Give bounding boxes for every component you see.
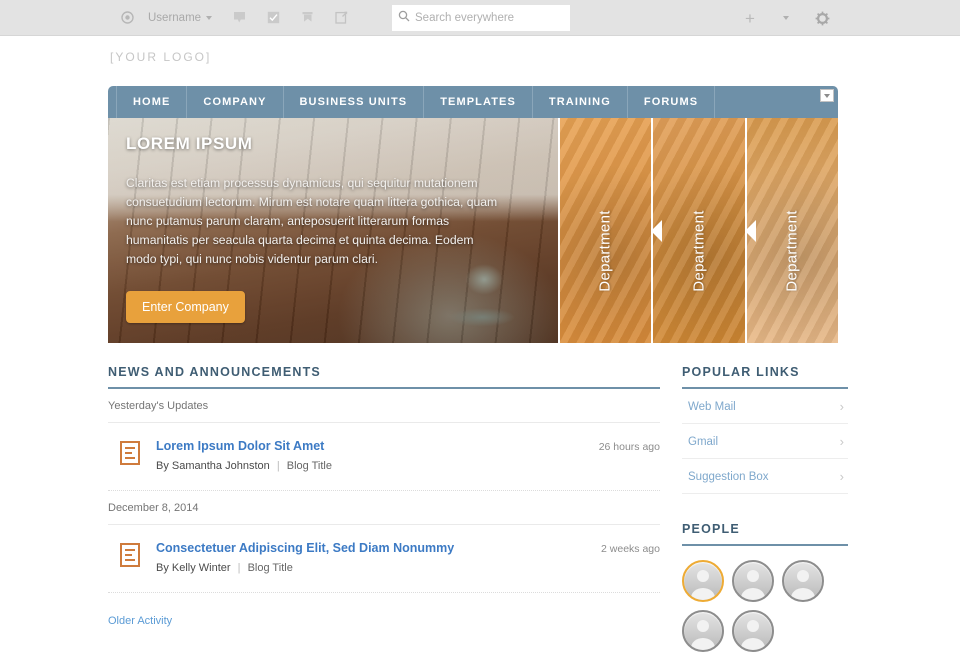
department-label: Department — [596, 209, 614, 292]
bookmark-icon[interactable] — [290, 0, 324, 36]
search-box[interactable] — [392, 5, 570, 31]
nav-item-templates[interactable]: TEMPLATES — [424, 86, 533, 118]
news-heading: NEWS AND ANNOUNCEMENTS — [108, 365, 660, 389]
department-label: Department — [690, 209, 708, 292]
hero-body: Claritas est etiam processus dynamicus, … — [126, 176, 498, 266]
people-avatar-grid — [682, 546, 842, 652]
news-item-author: By Samantha Johnston — [156, 460, 270, 472]
popular-link-suggestion-box[interactable]: Suggestion Box › — [682, 459, 848, 494]
link-label: Gmail — [688, 435, 719, 448]
people-heading: PEOPLE — [682, 522, 848, 546]
chevron-left-icon — [653, 219, 663, 242]
sidebar-column: POPULAR LINKS Web Mail › Gmail › Suggest… — [682, 365, 848, 656]
news-item-source: Blog Title — [247, 562, 293, 574]
search-input[interactable] — [410, 12, 564, 24]
news-item-source: Blog Title — [286, 460, 332, 472]
username-label: Username — [148, 11, 202, 24]
plus-icon[interactable]: + — [732, 0, 768, 36]
popular-link-web-mail[interactable]: Web Mail › — [682, 389, 848, 424]
content-area: NEWS AND ANNOUNCEMENTS Yesterday's Updat… — [108, 343, 848, 656]
hero-title: LOREM IPSUM — [126, 134, 253, 153]
avatar[interactable] — [732, 560, 774, 602]
news-item-title[interactable]: Lorem Ipsum Dolor Sit Amet — [156, 439, 660, 453]
department-panel-1[interactable]: Department — [559, 118, 652, 343]
news-group: December 8, 2014 Consectetuer Adipiscing… — [108, 491, 660, 593]
meta-separator: | — [237, 562, 241, 574]
chevron-right-icon: › — [839, 399, 844, 414]
avatar[interactable] — [682, 610, 724, 652]
view-all-link[interactable]: View All › — [682, 652, 848, 656]
chevron-right-icon: › — [839, 434, 844, 449]
avatar[interactable] — [732, 610, 774, 652]
toolbar-right-group: + — [732, 0, 960, 36]
news-date-label: December 8, 2014 — [108, 491, 660, 525]
link-label: Suggestion Box — [688, 470, 769, 483]
chevron-down-icon — [206, 15, 213, 20]
navigation-wrapper: HOME COMPANY BUSINESS UNITS TEMPLATES TR… — [108, 86, 838, 118]
nav-item-training[interactable]: TRAINING — [533, 86, 628, 118]
plus-glyph: + — [745, 8, 755, 28]
popular-links-heading: POPULAR LINKS — [682, 365, 848, 389]
chevron-left-icon — [746, 219, 756, 242]
department-panel-3[interactable]: Department — [746, 118, 838, 343]
chevron-right-icon: › — [839, 469, 844, 484]
main-navigation: HOME COMPANY BUSINESS UNITS TEMPLATES TR… — [108, 86, 838, 118]
popular-link-gmail[interactable]: Gmail › — [682, 424, 848, 459]
hero-banner: LOREM IPSUM Claritas est etiam processus… — [108, 118, 558, 343]
comment-icon[interactable] — [222, 0, 256, 36]
avatar[interactable] — [682, 560, 724, 602]
chevron-down-icon — [824, 93, 830, 98]
nav-item-business-units[interactable]: BUSINESS UNITS — [284, 86, 425, 118]
news-date-label: Yesterday's Updates — [108, 389, 660, 423]
news-group: Yesterday's Updates Lorem Ipsum Dolor Si… — [108, 389, 660, 491]
news-item-meta: By Kelly Winter | Blog Title — [156, 562, 660, 574]
nav-item-company[interactable]: COMPANY — [187, 86, 284, 118]
compose-icon[interactable] — [324, 0, 358, 36]
avatar[interactable] — [782, 560, 824, 602]
news-column: NEWS AND ANNOUNCEMENTS Yesterday's Updat… — [108, 365, 660, 656]
department-panel-2[interactable]: Department — [653, 118, 745, 343]
document-icon — [120, 543, 140, 567]
news-item[interactable]: Consectetuer Adipiscing Elit, Sed Diam N… — [108, 525, 660, 593]
nav-dropdown-button[interactable] — [820, 89, 834, 102]
search-icon — [398, 9, 410, 27]
news-item-time: 26 hours ago — [598, 441, 660, 453]
toolbar-left-group: Username — [0, 0, 358, 36]
nav-item-forums[interactable]: FORUMS — [628, 86, 716, 118]
enter-company-button[interactable]: Enter Company — [126, 291, 245, 323]
department-label: Department — [783, 209, 801, 292]
document-icon — [120, 441, 140, 465]
username-menu[interactable]: Username — [144, 12, 222, 24]
news-item-author: By Kelly Winter — [156, 562, 231, 574]
gear-icon[interactable] — [804, 0, 840, 36]
checkbox-icon[interactable] — [256, 0, 290, 36]
news-item-time: 2 weeks ago — [601, 543, 660, 555]
news-item-title[interactable]: Consectetuer Adipiscing Elit, Sed Diam N… — [156, 541, 660, 555]
target-icon[interactable] — [110, 0, 144, 36]
site-logo: [YOUR LOGO] — [110, 50, 212, 64]
meta-separator: | — [276, 460, 280, 472]
hero-row: LOREM IPSUM Claritas est etiam processus… — [108, 118, 838, 343]
news-item[interactable]: Lorem Ipsum Dolor Sit Amet By Samantha J… — [108, 423, 660, 491]
page: [YOUR LOGO] HOME COMPANY BUSINESS UNITS … — [0, 36, 960, 656]
link-label: Web Mail — [688, 400, 736, 413]
nav-item-home[interactable]: HOME — [116, 86, 188, 118]
chevron-down-icon[interactable] — [768, 0, 804, 36]
app-toolbar: Username + — [0, 0, 960, 36]
news-item-meta: By Samantha Johnston | Blog Title — [156, 460, 660, 472]
older-activity-link[interactable]: Older Activity — [108, 615, 172, 627]
